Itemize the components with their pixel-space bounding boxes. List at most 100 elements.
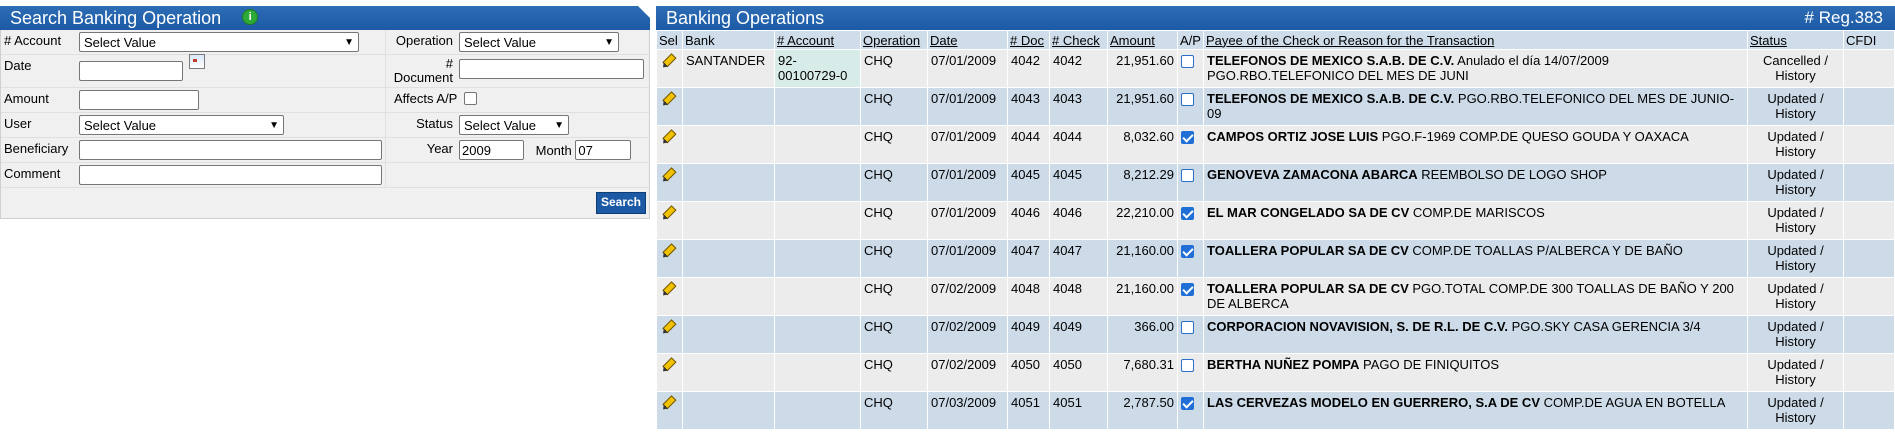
cell-bank	[682, 353, 775, 392]
ap-checkbox[interactable]	[1181, 131, 1194, 144]
cell-ap	[1177, 163, 1204, 202]
cell-payee: TOALLERA POPULAR SA DE CV PGO.TOTAL COMP…	[1203, 277, 1748, 316]
cell-operation: CHQ	[860, 391, 928, 430]
beneficiary-input[interactable]	[79, 140, 382, 160]
status-label: Status	[416, 116, 453, 131]
edit-pencil-icon[interactable]	[660, 167, 677, 184]
payee-name: LAS CERVEZAS MODELO EN GUERRERO, S.A DE …	[1207, 395, 1540, 410]
col-operation[interactable]: Operation	[860, 30, 928, 50]
edit-pencil-icon[interactable]	[660, 243, 677, 260]
cell-account	[774, 353, 861, 392]
cell-operation: CHQ	[860, 163, 928, 202]
cell-payee: EL MAR CONGELADO SA DE CV COMP.DE MARISC…	[1203, 201, 1748, 240]
ap-checkbox[interactable]	[1181, 169, 1194, 182]
record-count: # Reg.383	[1804, 8, 1883, 27]
cell-status: Updated / History	[1747, 391, 1844, 430]
cell-sel	[656, 239, 683, 278]
account-select-value: Select Value	[84, 34, 157, 50]
table-row[interactable]: CHQ 07/02/2009 4050 4050 7,680.31 BERTHA NUÑE…	[656, 353, 1895, 392]
table-row[interactable]: SANTANDER 92-00100729-0 CHQ 07/01/2009 4042 4…	[656, 49, 1895, 88]
edit-pencil-icon[interactable]	[660, 129, 677, 146]
cell-bank	[682, 391, 775, 430]
cell-cfdi	[1843, 49, 1895, 88]
ap-checkbox[interactable]	[1181, 207, 1194, 220]
cell-ap	[1177, 201, 1204, 240]
cell-operation: CHQ	[860, 87, 928, 126]
cell-amount: 21,160.00	[1107, 239, 1178, 278]
year-input[interactable]	[459, 140, 524, 160]
transaction-reason: REEMBOLSO DE LOGO SHOP	[1417, 167, 1607, 182]
table-row[interactable]: CHQ 07/01/2009 4044 4044 8,032.60 CAMPOS ORTI…	[656, 125, 1895, 164]
account-select[interactable]: Select Value ▼	[79, 32, 359, 52]
ap-checkbox[interactable]	[1181, 55, 1194, 68]
col-account[interactable]: # Account	[774, 30, 861, 50]
edit-pencil-icon[interactable]	[660, 357, 677, 374]
cell-check: 4050	[1049, 353, 1108, 392]
ap-checkbox[interactable]	[1181, 283, 1194, 296]
cell-sel	[656, 277, 683, 316]
transaction-reason: COMP.DE TOALLAS P/ALBERCA Y DE BAÑO	[1408, 243, 1683, 258]
month-input[interactable]	[575, 140, 632, 160]
comment-input[interactable]	[79, 165, 382, 185]
col-cfdi: CFDI	[1843, 30, 1895, 50]
ap-checkbox[interactable]	[1181, 245, 1194, 258]
ap-checkbox[interactable]	[1181, 397, 1194, 410]
col-status[interactable]: Status	[1747, 30, 1844, 50]
cell-date: 07/01/2009	[927, 87, 1008, 126]
operation-select[interactable]: Select Value ▼	[459, 32, 619, 52]
cell-bank	[682, 239, 775, 278]
cell-account: 92-00100729-0	[774, 49, 861, 88]
document-input[interactable]	[459, 59, 644, 79]
cell-payee: TELEFONOS DE MEXICO S.A.B. DE C.V. PGO.R…	[1203, 87, 1748, 126]
table-row[interactable]: CHQ 07/01/2009 4046 4046 22,210.00 EL MAR CON…	[656, 201, 1895, 240]
info-icon[interactable]: i	[242, 9, 259, 26]
calendar-icon[interactable]	[188, 54, 205, 69]
cell-operation: CHQ	[860, 315, 928, 354]
chevron-down-icon: ▼	[604, 36, 614, 48]
ap-checkbox[interactable]	[1181, 321, 1194, 334]
table-row[interactable]: CHQ 07/03/2009 4051 4051 2,787.50 LAS CERVEZA…	[656, 391, 1895, 430]
ap-checkbox[interactable]	[1181, 359, 1194, 372]
col-ap: A/P	[1177, 30, 1204, 50]
cell-doc: 4042	[1007, 49, 1050, 88]
edit-pencil-icon[interactable]	[660, 319, 677, 336]
edit-pencil-icon[interactable]	[660, 395, 677, 412]
table-row[interactable]: CHQ 07/02/2009 4048 4048 21,160.00 TOALLERA P…	[656, 277, 1895, 316]
cell-account	[774, 315, 861, 354]
col-doc[interactable]: # Doc	[1007, 30, 1050, 50]
cell-doc: 4051	[1007, 391, 1050, 430]
table-row[interactable]: CHQ 07/01/2009 4043 4043 21,951.60 TELEFONOS …	[656, 87, 1895, 126]
amount-input[interactable]	[79, 90, 199, 110]
edit-pencil-icon[interactable]	[660, 91, 677, 108]
date-label: Date	[4, 58, 32, 73]
payee-name: CAMPOS ORTIZ JOSE LUIS	[1207, 129, 1379, 144]
user-select[interactable]: Select Value ▼	[79, 115, 284, 135]
affects-ap-checkbox[interactable]	[464, 92, 477, 106]
cell-cfdi	[1843, 163, 1895, 202]
edit-pencil-icon[interactable]	[660, 281, 677, 298]
edit-pencil-icon[interactable]	[660, 205, 677, 222]
col-date[interactable]: Date	[927, 30, 1008, 50]
search-button[interactable]: Search	[595, 192, 646, 214]
cell-account	[774, 239, 861, 278]
col-check[interactable]: # Check	[1049, 30, 1108, 50]
cell-date: 07/01/2009	[927, 163, 1008, 202]
table-row[interactable]: CHQ 07/01/2009 4045 4045 8,212.29 GENOVEVA ZA…	[656, 163, 1895, 202]
search-panel-header: Search Banking Operation i	[0, 6, 650, 30]
cell-operation: CHQ	[860, 125, 928, 164]
cell-sel	[656, 49, 683, 88]
table-row[interactable]: CHQ 07/02/2009 4049 4049 366.00 CORPORACION N…	[656, 315, 1895, 354]
cell-payee: TELEFONOS DE MEXICO S.A.B. DE C.V. Anula…	[1203, 49, 1748, 88]
status-select[interactable]: Select Value ▼	[459, 115, 569, 135]
cell-operation: CHQ	[860, 353, 928, 392]
cell-cfdi	[1843, 125, 1895, 164]
cell-date: 07/01/2009	[927, 49, 1008, 88]
edit-pencil-icon[interactable]	[660, 53, 677, 70]
cell-amount: 8,032.60	[1107, 125, 1178, 164]
col-payee[interactable]: Payee of the Check or Reason for the Tra…	[1203, 30, 1748, 50]
table-row[interactable]: CHQ 07/01/2009 4047 4047 21,160.00 TOALLERA P…	[656, 239, 1895, 278]
transaction-reason: PAGO DE FINIQUITOS	[1359, 357, 1500, 372]
ap-checkbox[interactable]	[1181, 93, 1194, 106]
date-input[interactable]	[79, 61, 183, 81]
col-amount[interactable]: Amount	[1107, 30, 1178, 50]
